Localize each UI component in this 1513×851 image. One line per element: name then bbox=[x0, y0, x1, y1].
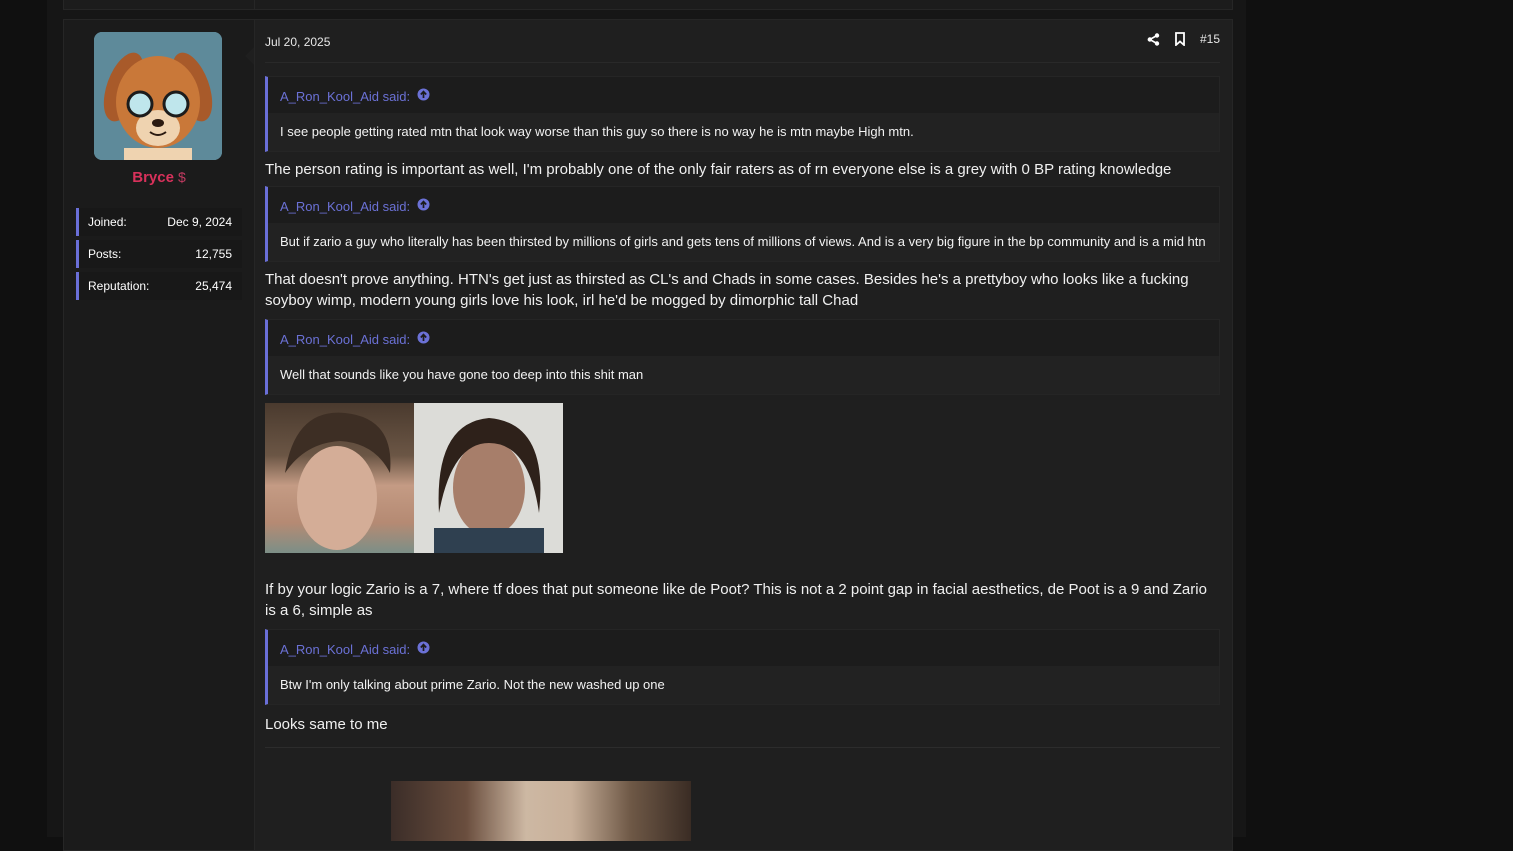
message-text: The person rating is important as well, … bbox=[265, 161, 1172, 178]
quote-text: Btw I'm only talking about prime Zario. … bbox=[268, 666, 1219, 704]
quote-block: A_Ron_Kool_Aid said: Btw I'm only talkin… bbox=[265, 629, 1220, 705]
previous-post-edge bbox=[63, 0, 1233, 10]
previous-post-divider bbox=[254, 0, 255, 9]
quote-text: Well that sounds like you have gone too … bbox=[268, 356, 1219, 394]
quote-block: A_Ron_Kool_Aid said: I see people gettin… bbox=[265, 76, 1220, 152]
avatar[interactable] bbox=[94, 32, 222, 160]
arrow-up-circle-icon[interactable] bbox=[417, 331, 430, 347]
user-sidebar: Bryce $ Joined: Dec 9, 2024 Posts: 12,755… bbox=[64, 20, 255, 850]
quote-author[interactable]: A_Ron_Kool_Aid said: bbox=[280, 642, 410, 657]
message-arrow bbox=[245, 47, 254, 65]
quote-author[interactable]: A_Ron_Kool_Aid said: bbox=[280, 199, 410, 214]
quote-author[interactable]: A_Ron_Kool_Aid said: bbox=[280, 332, 410, 347]
attached-photo[interactable] bbox=[265, 403, 414, 553]
stat-joined: Joined: Dec 9, 2024 bbox=[76, 208, 242, 236]
share-icon[interactable] bbox=[1147, 32, 1160, 46]
content-divider bbox=[265, 747, 1220, 748]
stat-posts: Posts: 12,755 bbox=[76, 240, 242, 268]
username[interactable]: Bryce $ bbox=[64, 169, 254, 186]
stat-reputation: Reputation: 25,474 bbox=[76, 272, 242, 300]
bookmark-icon[interactable] bbox=[1174, 32, 1186, 46]
arrow-up-circle-icon[interactable] bbox=[417, 641, 430, 657]
attached-photo[interactable] bbox=[391, 781, 691, 841]
quote-author[interactable]: A_Ron_Kool_Aid said: bbox=[280, 89, 410, 104]
dollar-badge-icon: $ bbox=[177, 169, 186, 185]
image-attachments bbox=[265, 403, 1220, 553]
stat-label: Reputation: bbox=[88, 279, 150, 293]
username-text[interactable]: Bryce bbox=[132, 169, 174, 186]
dog-avatar-image bbox=[94, 32, 222, 160]
message-text: Looks same to me bbox=[265, 716, 388, 733]
quote-header[interactable]: A_Ron_Kool_Aid said: bbox=[268, 630, 1219, 666]
stat-value: 12,755 bbox=[195, 247, 232, 261]
quote-block: A_Ron_Kool_Aid said: Well that sounds li… bbox=[265, 319, 1220, 395]
post-date[interactable]: Jul 20, 2025 bbox=[265, 35, 330, 49]
arrow-up-circle-icon[interactable] bbox=[417, 88, 430, 104]
quote-header[interactable]: A_Ron_Kool_Aid said: bbox=[268, 187, 1219, 223]
message-text: That doesn't prove anything. HTN's get j… bbox=[265, 271, 1189, 309]
stat-label: Joined: bbox=[88, 215, 127, 229]
arrow-up-circle-icon[interactable] bbox=[417, 198, 430, 214]
message-text: If by your logic Zario is a 7, where tf … bbox=[265, 581, 1207, 619]
attached-photo[interactable] bbox=[414, 403, 563, 553]
stat-value: Dec 9, 2024 bbox=[167, 215, 232, 229]
post-actions: #15 bbox=[1147, 32, 1220, 46]
quote-text: I see people getting rated mtn that look… bbox=[268, 113, 1219, 151]
quote-header[interactable]: A_Ron_Kool_Aid said: bbox=[268, 77, 1219, 113]
post-header: Jul 20, 2025 #15 bbox=[265, 20, 1220, 63]
user-stats: Joined: Dec 9, 2024 Posts: 12,755 Reputa… bbox=[76, 208, 242, 304]
quote-block: A_Ron_Kool_Aid said: But if zario a guy … bbox=[265, 186, 1220, 262]
stat-label: Posts: bbox=[88, 247, 122, 261]
post-number-link[interactable]: #15 bbox=[1200, 32, 1220, 46]
post-content: Jul 20, 2025 #15 A_Ron_Kool_Aid said: I … bbox=[265, 20, 1220, 748]
stat-value: 25,474 bbox=[195, 279, 232, 293]
quote-header[interactable]: A_Ron_Kool_Aid said: bbox=[268, 320, 1219, 356]
quote-text: But if zario a guy who literally has bee… bbox=[268, 223, 1219, 261]
forum-post: Bryce $ Joined: Dec 9, 2024 Posts: 12,755… bbox=[63, 19, 1233, 851]
